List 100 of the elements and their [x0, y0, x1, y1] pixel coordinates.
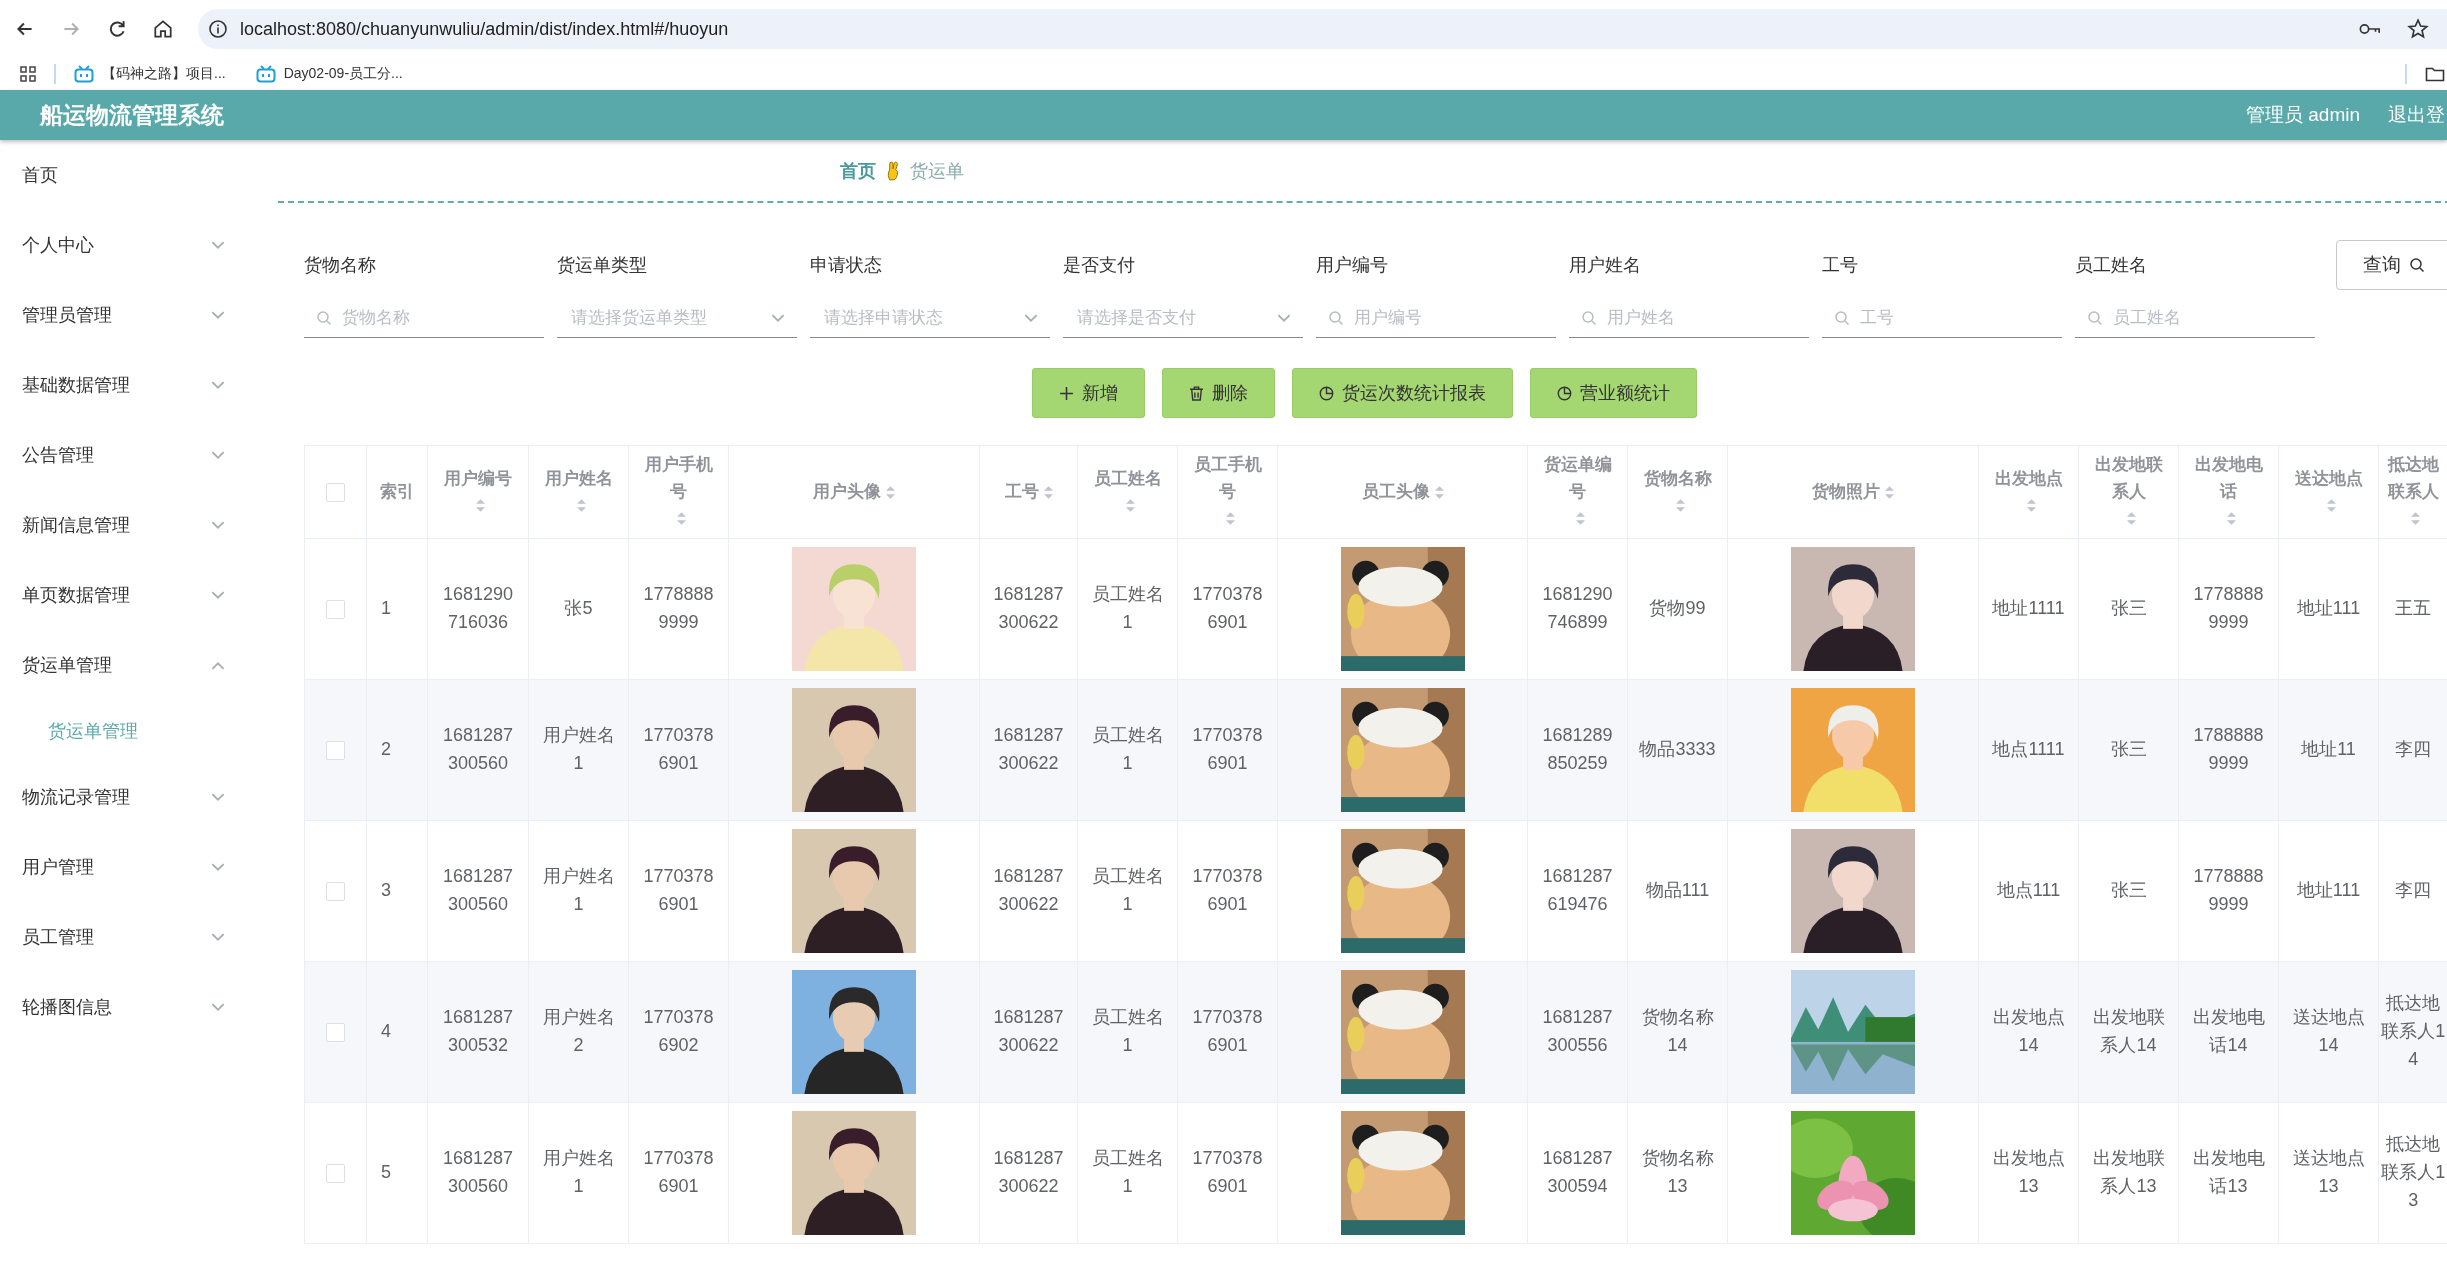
- filter-label: 货运单类型: [557, 254, 648, 277]
- sort-icon[interactable]: [2026, 499, 2036, 513]
- table-cell: 1681287300622: [993, 1148, 1064, 1196]
- sort-icon[interactable]: [1125, 499, 1135, 513]
- input-field[interactable]: 用户姓名: [1605, 307, 1797, 329]
- sort-icon[interactable]: [476, 499, 485, 513]
- table-cell: 物品111: [1645, 880, 1710, 901]
- menu-item[interactable]: 基础数据管理: [0, 350, 265, 420]
- table-cell: 货物99: [1649, 598, 1706, 619]
- folder-icon[interactable]: [2425, 66, 2445, 82]
- sort-icon[interactable]: [1434, 485, 1444, 499]
- sort-icon[interactable]: [1675, 499, 1685, 513]
- bookmark[interactable]: Day02-09-员工分...: [255, 65, 403, 83]
- sort-icon[interactable]: [676, 512, 686, 526]
- home-icon[interactable]: [152, 18, 174, 40]
- menu-item[interactable]: 货运单管理: [0, 630, 265, 700]
- filter-field[interactable]: 用户姓名: [1569, 299, 1809, 338]
- pie-chart-icon: [1319, 385, 1334, 401]
- sort-icon[interactable]: [1575, 512, 1585, 526]
- menu-item[interactable]: 个人中心: [0, 210, 265, 280]
- select-field[interactable]: 请选择是否支付: [1075, 307, 1269, 329]
- input-field[interactable]: 货物名称: [340, 307, 532, 329]
- table-cell: 员工姓名1: [1091, 725, 1164, 773]
- checkbox[interactable]: [326, 740, 345, 760]
- input-field[interactable]: 工号: [1858, 307, 2050, 329]
- sort-icon[interactable]: [1225, 512, 1235, 526]
- sort-icon[interactable]: [2326, 499, 2336, 513]
- logout-link[interactable]: 退出登: [2388, 102, 2445, 128]
- checkbox[interactable]: [326, 599, 345, 619]
- checkbox[interactable]: [326, 881, 345, 901]
- menu-item[interactable]: 员工管理: [0, 902, 265, 972]
- table-cell: 出发地点13: [1992, 1148, 2065, 1196]
- sort-icon[interactable]: [886, 485, 895, 499]
- menu-item[interactable]: 用户管理: [0, 832, 265, 902]
- table-cell: 地点1111: [1992, 739, 2065, 760]
- table-cell: 用户姓名1: [542, 725, 615, 773]
- breadcrumb-link[interactable]: 首页: [840, 158, 876, 183]
- table-cell: 1681290716036: [442, 584, 514, 632]
- filter-field[interactable]: 请选择申请状态: [810, 299, 1050, 338]
- menu-item[interactable]: 单页数据管理: [0, 560, 265, 630]
- submenu-item[interactable]: 货运单管理: [0, 700, 265, 762]
- column-header[interactable]: 工号: [1004, 479, 1039, 506]
- filter-field[interactable]: 员工姓名: [2075, 299, 2315, 338]
- sort-icon[interactable]: [1885, 485, 1894, 499]
- table-cell: 5: [381, 1162, 391, 1183]
- select-field[interactable]: 请选择申请状态: [822, 307, 1016, 329]
- apps-grid-icon[interactable]: [20, 66, 36, 82]
- menu-item[interactable]: 首页: [0, 140, 265, 210]
- input-field[interactable]: 员工姓名: [2111, 307, 2303, 329]
- table-cell: 17703786901: [1192, 584, 1263, 632]
- filter-field[interactable]: 请选择货运单类型: [557, 299, 797, 338]
- bookmark[interactable]: 【码神之路】项目...: [74, 65, 226, 83]
- table-cell: 出发地联系人13: [2092, 1148, 2165, 1196]
- table-cell: 张5: [564, 598, 593, 619]
- menu-item[interactable]: 公告管理: [0, 420, 265, 490]
- table-cell: 1681289850259: [1542, 725, 1613, 773]
- filter-label: 货物名称: [304, 254, 377, 277]
- menu-item[interactable]: 新闻信息管理: [0, 490, 265, 560]
- search-button[interactable]: 查询: [2336, 240, 2447, 290]
- table-cell: 17788889999: [2193, 866, 2264, 914]
- column-header[interactable]: 索引: [380, 479, 414, 506]
- address-bar[interactable]: localhost:8080/chuanyunwuliu/admin/dist/index.html#/huoyun: [198, 9, 2447, 49]
- table-cell: 张三: [2110, 739, 2147, 760]
- chevron-icon: [771, 313, 785, 323]
- sort-icon[interactable]: [576, 499, 586, 513]
- sort-icon[interactable]: [2411, 512, 2421, 526]
- action-button[interactable]: 新增: [1032, 368, 1145, 418]
- table-cell: 4: [381, 1021, 391, 1042]
- star-icon[interactable]: [2407, 18, 2429, 40]
- hand-icon: [886, 160, 900, 181]
- search-icon: [2408, 257, 2425, 273]
- sort-icon[interactable]: [2126, 512, 2136, 526]
- breadcrumb-link[interactable]: 货运单: [910, 158, 964, 183]
- checkbox[interactable]: [326, 1163, 345, 1183]
- input-field[interactable]: 用户编号: [1352, 307, 1544, 329]
- action-button[interactable]: 货运次数统计报表: [1292, 368, 1513, 418]
- menu-item[interactable]: 物流记录管理: [0, 762, 265, 832]
- table-cell: 1681287300560: [442, 725, 514, 773]
- filter-field[interactable]: 货物名称: [304, 299, 544, 338]
- filter-field[interactable]: 工号: [1822, 299, 2062, 338]
- select-field[interactable]: 请选择货运单类型: [569, 307, 763, 329]
- menu-item[interactable]: 管理员管理: [0, 280, 265, 350]
- search-icon: [1581, 310, 1597, 326]
- action-button[interactable]: 营业额统计: [1530, 368, 1697, 418]
- sort-icon[interactable]: [1043, 485, 1053, 499]
- filter-field[interactable]: 请选择是否支付: [1063, 299, 1303, 338]
- info-icon[interactable]: [208, 19, 228, 39]
- table-cell: 送达地点13: [2292, 1148, 2365, 1196]
- column-header[interactable]: 用户编号: [444, 465, 512, 493]
- action-button[interactable]: 删除: [1162, 368, 1275, 418]
- column-header[interactable]: 员工头像: [1361, 479, 1430, 506]
- menu-item[interactable]: 轮播图信息: [0, 972, 265, 1042]
- column-header[interactable]: 货物照片: [1812, 479, 1880, 506]
- table-cell: 张三: [2110, 598, 2147, 619]
- column-header[interactable]: 用户头像: [813, 479, 881, 506]
- sort-icon[interactable]: [2226, 512, 2236, 526]
- table-cell: 张三: [2110, 880, 2147, 901]
- filter-field[interactable]: 用户编号: [1316, 299, 1556, 338]
- checkbox[interactable]: [326, 482, 345, 502]
- checkbox[interactable]: [326, 1022, 345, 1042]
